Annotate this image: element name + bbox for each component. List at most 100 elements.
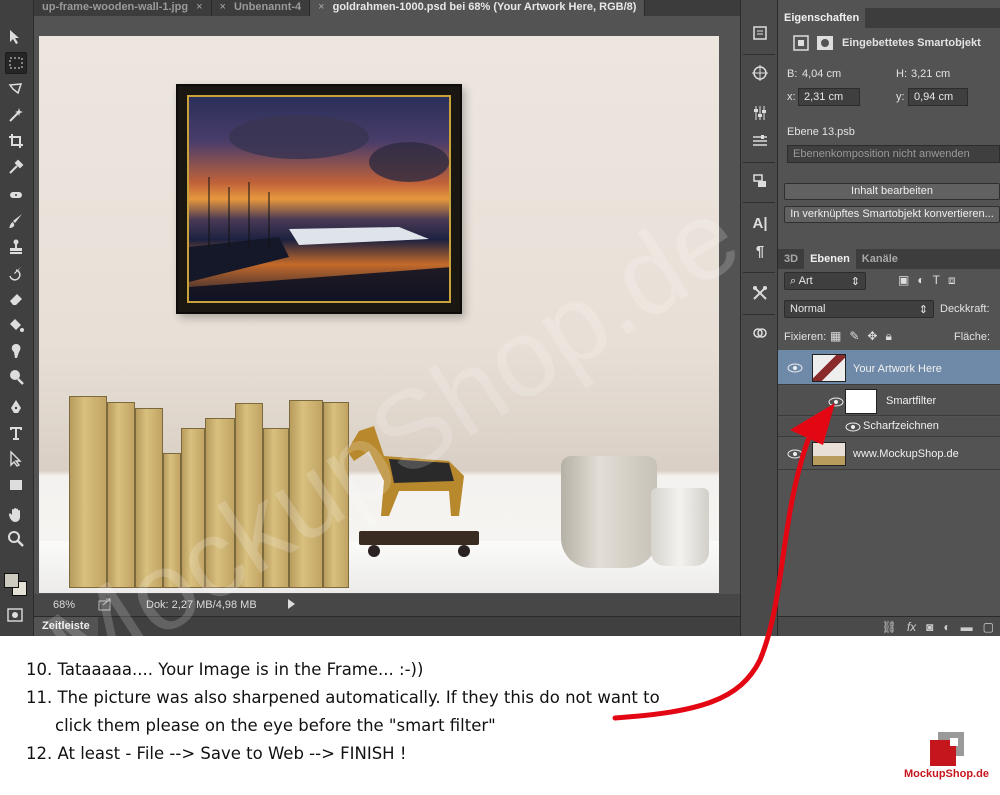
zoom-level[interactable]: 68%: [34, 599, 94, 611]
lock-transparency-icon[interactable]: ▦: [830, 329, 841, 344]
type-filter-icon[interactable]: T: [933, 273, 940, 288]
new-group-icon[interactable]: ▬: [961, 620, 973, 634]
close-icon[interactable]: ×: [318, 0, 324, 16]
timeline-panel: Zeitleiste: [34, 616, 740, 636]
zoom-tool-icon[interactable]: [5, 528, 27, 550]
artwork-sunset-harbor: [187, 95, 451, 303]
edit-contents-button[interactable]: Inhalt bearbeiten: [784, 183, 1000, 200]
eye-icon[interactable]: [828, 397, 844, 407]
tools-panel: [0, 0, 34, 636]
rectangle-tool-icon[interactable]: [5, 474, 27, 496]
foreground-color-swatch[interactable]: [4, 573, 19, 588]
layer-thumbnail: [812, 442, 846, 466]
magic-wand-icon[interactable]: [5, 104, 27, 126]
paint-bucket-icon[interactable]: [5, 314, 27, 336]
history-brush-icon[interactable]: [5, 262, 27, 284]
convert-linked-button[interactable]: In verknüpftes Smartobjekt konvertieren.…: [784, 206, 1000, 223]
link-layers-icon[interactable]: ⛓: [882, 620, 897, 634]
tab-layers[interactable]: Ebenen: [804, 249, 856, 269]
tab-wooden-wall[interactable]: up-frame-wooden-wall-1.jpg ×: [34, 0, 212, 16]
shape-filter-icon[interactable]: ⧈: [948, 273, 956, 288]
marquee-tool-icon[interactable]: [5, 52, 27, 74]
lasso-tool-icon[interactable]: [5, 78, 27, 100]
lock-all-icon[interactable]: 🔒︎: [885, 329, 891, 344]
paragraph-panel-icon[interactable]: ¶: [749, 240, 771, 262]
crop-tool-icon[interactable]: [5, 130, 27, 152]
filter-value: Art: [798, 275, 813, 287]
history-panel-icon[interactable]: [749, 22, 771, 44]
character-panel-icon[interactable]: A|: [749, 212, 771, 234]
layer-thumbnail: [812, 354, 846, 382]
layer-row-sharpen[interactable]: Scharfzeichnen: [778, 417, 1000, 437]
new-layer-icon[interactable]: ▢: [983, 620, 994, 634]
brush-tool-icon[interactable]: [5, 210, 27, 232]
status-menu-arrow-icon[interactable]: [288, 599, 295, 609]
type-tool-icon[interactable]: [5, 422, 27, 444]
pen-tool-icon[interactable]: [5, 396, 27, 418]
stamp-tool-icon[interactable]: [5, 236, 27, 258]
smudge-tool-icon[interactable]: [5, 340, 27, 362]
lock-pixels-icon[interactable]: ✎: [849, 329, 859, 344]
instruction-line: 11. The picture was also sharpened autom…: [26, 688, 660, 707]
tab-label: up-frame-wooden-wall-1.jpg: [42, 1, 189, 13]
tab-goldrahmen[interactable]: × goldrahmen-1000.psd bei 68% (Your Artwo…: [310, 0, 646, 16]
tab-properties[interactable]: Eigenschaften: [778, 8, 866, 28]
opacity-label: Deckkraft:: [940, 303, 990, 315]
eraser-icon[interactable]: [5, 288, 27, 310]
dodge-tool-icon[interactable]: [5, 366, 27, 388]
share-icon[interactable]: [98, 597, 112, 611]
layer-comps-icon[interactable]: [749, 170, 771, 192]
tab-unbenannt[interactable]: × Unbenannt-4: [212, 0, 311, 16]
mask-icon[interactable]: [816, 34, 834, 52]
layer-name: Your Artwork Here: [853, 363, 942, 375]
search-icon: ⌕: [790, 275, 799, 287]
panel-icon-strip: A| ¶: [740, 0, 778, 636]
object-type-label: Eingebettetes Smartobjekt: [842, 37, 981, 49]
tool-presets-icon[interactable]: [749, 282, 771, 304]
eye-icon[interactable]: [845, 422, 861, 432]
adjustment-filter-icon[interactable]: ◐: [917, 273, 924, 288]
blend-mode-select[interactable]: Normal ⇕: [784, 300, 934, 318]
libraries-icon[interactable]: [749, 322, 771, 344]
document-canvas[interactable]: [34, 16, 740, 594]
instructions: 10. Tataaaaa.... Your Image is in the Fr…: [26, 656, 746, 768]
fx-icon[interactable]: fx: [907, 620, 916, 634]
layer-name: www.MockupShop.de: [853, 448, 959, 460]
eye-icon[interactable]: [787, 363, 803, 373]
lock-icons: ▦ ✎ ✥ 🔒︎: [830, 329, 892, 344]
eye-icon[interactable]: [787, 449, 803, 459]
mockup-photo: [39, 36, 719, 593]
y-label: y:: [896, 91, 905, 103]
layer-row-smartfilter[interactable]: Smartfilter: [778, 386, 1000, 416]
hand-tool-icon[interactable]: [5, 504, 27, 526]
tab-3d[interactable]: 3D: [778, 249, 804, 269]
adjustments-panel-icon[interactable]: [749, 102, 771, 124]
document-tabs: up-frame-wooden-wall-1.jpg × × Unbenannt-4…: [34, 0, 740, 16]
lock-label: Fixieren:: [784, 331, 827, 343]
x-field[interactable]: 2,31 cm: [798, 88, 860, 106]
eyedropper-icon[interactable]: [5, 156, 27, 178]
close-icon[interactable]: ×: [220, 0, 226, 16]
move-tool-icon[interactable]: [5, 26, 27, 48]
navigator-panel-icon[interactable]: [749, 62, 771, 84]
image-filter-icon[interactable]: ▣: [898, 273, 909, 288]
add-mask-icon[interactable]: ◙: [926, 620, 933, 634]
layer-row-artwork[interactable]: Your Artwork Here: [778, 350, 1000, 385]
quick-mask-icon[interactable]: [6, 606, 24, 624]
path-selection-icon[interactable]: [5, 448, 27, 470]
mockupshop-logo-icon: [930, 732, 964, 766]
layer-row-background[interactable]: www.MockupShop.de: [778, 438, 1000, 470]
brand-logo-text: MockupShop.de: [904, 768, 989, 780]
layer-filter-select[interactable]: ⌕ Art ⇕: [784, 272, 866, 290]
books-row: [69, 388, 349, 588]
lock-position-icon[interactable]: ✥: [867, 329, 877, 344]
chevron-down-icon: ⇕: [850, 276, 860, 288]
layer-comp-select[interactable]: Ebenenkomposition nicht anwenden: [787, 145, 1000, 163]
healing-brush-icon[interactable]: [5, 184, 27, 206]
close-icon[interactable]: ×: [196, 0, 202, 16]
tab-channels[interactable]: Kanäle: [856, 249, 904, 269]
adjustment-layer-icon[interactable]: ◐: [943, 620, 950, 634]
y-field[interactable]: 0,94 cm: [908, 88, 968, 106]
properties-panel-icon[interactable]: [749, 130, 771, 152]
tab-timeline[interactable]: Zeitleiste: [34, 617, 98, 636]
